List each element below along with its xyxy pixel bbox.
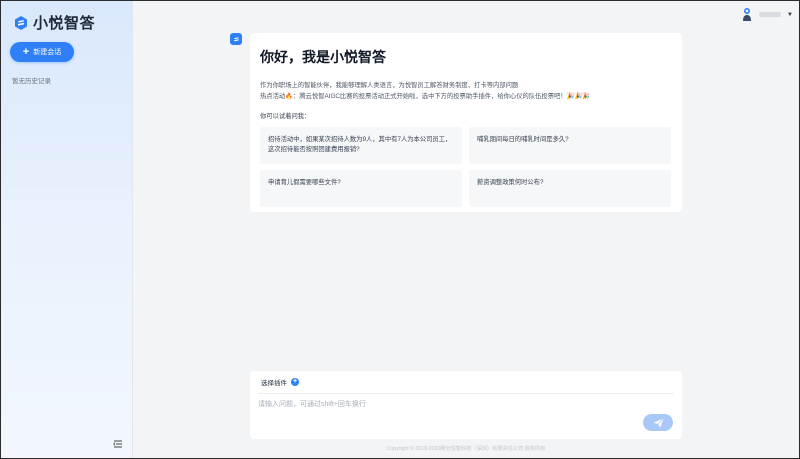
username-redacted	[759, 12, 782, 17]
suggestion-item[interactable]: 哺乳期间每日的哺乳时间是多久?	[469, 127, 671, 164]
user-avatar-icon	[743, 8, 752, 21]
hot-event-text: 热点活动🔥：腾云悦智AIGC比赛的投票活动正式开始啦，选中下方的投票助手插件，给…	[260, 93, 567, 100]
user-menu[interactable]: ▼	[741, 7, 793, 22]
brand-name: 小悦智答	[33, 15, 96, 32]
chat-input-card: 选择插件 +	[250, 371, 682, 439]
celebration-emoji: 🎉🎉🎉	[566, 93, 591, 100]
try-asking-label: 你可以试着问我：	[260, 113, 311, 120]
select-plugin-button[interactable]: 选择插件 +	[261, 377, 299, 387]
main-area: ▼ 你好，我是小悦智答 作为你职场上的智能伙伴，我能够理解人类语言，为悦智员工解…	[133, 1, 799, 458]
sidebar: 小悦智答 + 新建会话 暂无历史记录	[1, 1, 133, 458]
new-chat-label: 新建会话	[33, 49, 62, 56]
intro-line-2: 热点活动🔥：腾云悦智AIGC比赛的投票活动正式开始啦，选中下方的投票助手插件，给…	[260, 91, 672, 102]
send-button[interactable]	[643, 414, 673, 431]
suggestion-item[interactable]: 招待活动中，如果某次招待人数为9人，其中有7人为本公司员工，这次招待能否按照团建…	[260, 127, 462, 164]
send-icon	[653, 417, 664, 427]
suggestion-item[interactable]: 薪资调整政策何时公布?	[469, 170, 671, 207]
chevron-down-icon: ▼	[787, 11, 793, 18]
sidebar-collapse-icon[interactable]	[113, 439, 123, 449]
bot-logo-icon	[233, 36, 239, 41]
brand-logo-icon	[15, 15, 27, 30]
history-empty-text: 暂无历史记录	[12, 78, 51, 85]
intro-text: 作为你职场上的智能伙伴，我能够理解人类语言，为悦智员工解答财务制度、打卡等内部问…	[260, 80, 672, 102]
question-input[interactable]	[258, 397, 638, 411]
plus-icon: +	[291, 378, 299, 386]
suggestion-grid: 招待活动中，如果某次招待人数为9人，其中有7人为本公司员工，这次招待能否按照团建…	[260, 127, 672, 207]
plus-icon: +	[22, 45, 30, 58]
divider	[258, 393, 674, 394]
bot-avatar-icon	[230, 33, 242, 45]
new-chat-button[interactable]: + 新建会话	[10, 42, 74, 62]
copyright-footer: Copyright © 2018-2020腾云悦智科技（深圳）有限责任公司 版权…	[386, 446, 546, 452]
welcome-card: 你好，我是小悦智答 作为你职场上的智能伙伴，我能够理解人类语言，为悦智员工解答财…	[250, 33, 682, 212]
app-window: 小悦智答 + 新建会话 暂无历史记录 ▼ 你好，我是小悦智答 作为你职场上的智能…	[0, 0, 800, 459]
select-plugin-label: 选择插件	[261, 380, 287, 387]
intro-line-1: 作为你职场上的智能伙伴，我能够理解人类语言，为悦智员工解答财务制度、打卡等内部问…	[260, 82, 519, 89]
suggestion-item[interactable]: 申请育儿假需要哪些文件?	[260, 170, 462, 207]
welcome-title: 你好，我是小悦智答	[260, 49, 386, 65]
brand: 小悦智答	[13, 12, 95, 33]
